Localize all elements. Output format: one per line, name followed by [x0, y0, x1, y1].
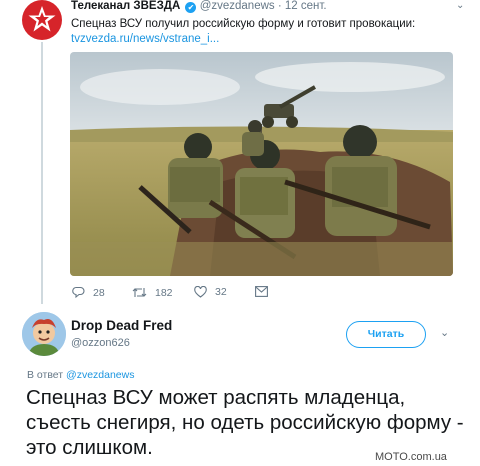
retweet-count: 182: [155, 286, 173, 299]
retweet-action[interactable]: 182: [132, 286, 173, 299]
reply-handle-link[interactable]: @zvezdanews: [66, 369, 134, 381]
tweet-header: Телеканал ЗВЕЗДА ✔ @zvezdanews · 12 сент…: [71, 0, 461, 16]
chevron-down-icon[interactable]: ⌄: [456, 0, 464, 11]
timestamp[interactable]: 12 сент.: [285, 0, 327, 12]
tweet-actions: 28 182 32: [72, 286, 452, 304]
verified-badge-icon: ✔: [185, 2, 197, 13]
author-name[interactable]: Телеканал ЗВЕЗДА: [71, 0, 180, 12]
reply-context: В ответ @zvezdanews: [27, 369, 134, 381]
thread-line: [41, 42, 43, 304]
reply-prefix: В ответ: [27, 369, 64, 381]
avatar[interactable]: [22, 0, 62, 40]
author-handle[interactable]: @ozzon626: [71, 337, 130, 349]
watermark: MOTO.com.ua: [375, 451, 447, 463]
chevron-down-icon[interactable]: ⌄: [440, 326, 449, 339]
separator: ·: [277, 0, 282, 12]
reply-icon: [72, 286, 85, 299]
avatar[interactable]: [22, 312, 66, 356]
dm-action[interactable]: [255, 286, 268, 297]
soldiers-field-photo: [70, 52, 453, 276]
author-name[interactable]: Drop Dead Fred: [71, 318, 172, 333]
heart-icon: [194, 286, 207, 298]
cartoon-avatar-icon: [22, 312, 66, 356]
tweet-text: Спецназ ВСУ получил российскую форму и г…: [71, 18, 416, 30]
retweet-icon: [132, 288, 147, 297]
star-logo-icon: [28, 6, 56, 32]
like-count: 32: [215, 286, 227, 298]
tweet-text: Спецназ ВСУ может распять младенца, съес…: [26, 386, 464, 459]
follow-button[interactable]: Читать: [346, 321, 426, 348]
reply-action[interactable]: 28: [72, 286, 105, 299]
reply-count: 28: [93, 286, 105, 299]
like-action[interactable]: 32: [194, 286, 227, 298]
tweet-photo[interactable]: [70, 52, 453, 276]
author-handle[interactable]: @zvezdanews: [200, 0, 275, 12]
envelope-icon: [255, 286, 268, 297]
tweet-link[interactable]: tvzvezda.ru/news/vstrane_i...: [71, 33, 219, 45]
